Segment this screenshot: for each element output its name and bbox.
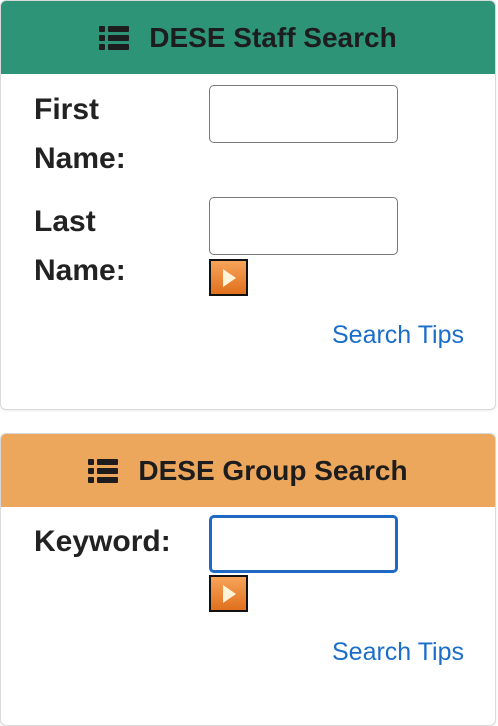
group-search-header: DESE Group Search <box>1 434 495 507</box>
group-search-panel: DESE Group Search Keyword: Search Tips <box>0 433 496 726</box>
play-arrow-icon <box>223 585 236 603</box>
keyword-input[interactable] <box>209 515 398 573</box>
staff-search-header: DESE Staff Search <box>1 1 495 74</box>
staff-search-tips-link[interactable]: Search Tips <box>332 321 464 350</box>
list-icon <box>99 25 130 50</box>
play-arrow-icon <box>223 269 236 287</box>
staff-search-title: DESE Staff Search <box>149 21 397 53</box>
first-name-label: First Name: <box>34 93 126 175</box>
first-name-input[interactable] <box>209 85 398 143</box>
group-search-submit-button[interactable] <box>209 575 248 612</box>
keyword-label: Keyword: <box>34 525 171 558</box>
last-name-input[interactable] <box>209 197 398 255</box>
last-name-label: Last Name: <box>34 205 126 287</box>
list-icon <box>88 458 119 483</box>
group-search-title: DESE Group Search <box>138 454 408 486</box>
staff-search-submit-button[interactable] <box>209 259 248 296</box>
staff-search-panel: DESE Staff Search First Name: Last Name:… <box>0 0 496 410</box>
group-search-tips-link[interactable]: Search Tips <box>332 638 464 667</box>
